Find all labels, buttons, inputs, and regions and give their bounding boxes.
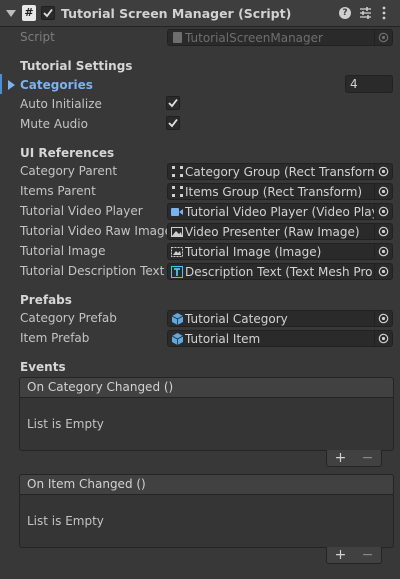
ui-references-heading: UI References bbox=[20, 146, 115, 160]
object-picker-icon[interactable] bbox=[374, 311, 392, 326]
item-prefab-value: Tutorial Item bbox=[185, 331, 261, 346]
mute-audio-label: Mute Audio bbox=[20, 117, 88, 131]
items-parent-value: Items Group (Rect Transform) bbox=[185, 184, 363, 199]
checkmark-icon bbox=[168, 118, 178, 128]
auto-initialize-label: Auto Initialize bbox=[20, 97, 102, 111]
items-parent-label: Items Parent bbox=[20, 184, 96, 198]
tutorial-video-raw-image-value: Video Presenter (Raw Image) bbox=[185, 224, 360, 239]
component-enabled-checkbox[interactable] bbox=[41, 6, 55, 20]
prefab-icon bbox=[171, 312, 183, 325]
category-prefab-label: Category Prefab bbox=[20, 311, 117, 325]
add-button[interactable]: + bbox=[335, 450, 347, 466]
component-title: Tutorial Screen Manager (Script) bbox=[61, 6, 292, 21]
checkmark-icon bbox=[43, 8, 53, 18]
collapse-triangle-icon[interactable] bbox=[6, 10, 16, 17]
tutorial-video-player-value: Tutorial Video Player (Video Player bbox=[185, 204, 374, 219]
category-prefab-value: Tutorial Category bbox=[185, 311, 288, 326]
object-picker-icon bbox=[374, 30, 392, 45]
selection-indicator bbox=[0, 74, 2, 94]
rect-transform-icon bbox=[171, 186, 183, 198]
object-picker-icon[interactable] bbox=[374, 331, 392, 346]
tutorial-description-text-value: Description Text (Text Mesh Pro U bbox=[185, 264, 374, 279]
object-picker-icon[interactable] bbox=[374, 164, 392, 179]
add-button[interactable]: + bbox=[335, 547, 347, 563]
help-icon[interactable]: ? bbox=[339, 7, 351, 19]
video-player-icon bbox=[171, 206, 183, 218]
object-picker-icon[interactable] bbox=[374, 204, 392, 219]
object-picker-icon[interactable] bbox=[374, 184, 392, 199]
tutorial-description-text-label: Tutorial Description Text bbox=[20, 264, 165, 278]
items-parent-field[interactable]: Items Group (Rect Transform) bbox=[167, 183, 393, 200]
category-prefab-field[interactable]: Tutorial Category bbox=[167, 310, 393, 327]
tutorial-image-label: Tutorial Image bbox=[20, 244, 106, 258]
events-heading: Events bbox=[20, 360, 66, 374]
tutorial-video-raw-image-field[interactable]: Video Presenter (Raw Image) bbox=[167, 223, 393, 240]
tutorial-image-field[interactable]: Tutorial Image (Image) bbox=[167, 243, 393, 260]
on-item-changed-header: On Item Changed () bbox=[19, 474, 394, 495]
on-item-changed-controls: + − bbox=[326, 547, 382, 564]
raw-image-icon bbox=[171, 226, 183, 238]
category-parent-field[interactable]: Category Group (Rect Transform) bbox=[167, 163, 393, 180]
checkmark-icon bbox=[168, 98, 178, 108]
category-parent-label: Category Parent bbox=[20, 164, 118, 178]
script-hash-icon: # bbox=[22, 5, 36, 21]
on-category-changed-list: List is Empty bbox=[19, 397, 394, 451]
categories-count-field[interactable]: 4 bbox=[345, 75, 393, 93]
image-icon bbox=[171, 246, 183, 258]
category-parent-value: Category Group (Rect Transform) bbox=[185, 164, 374, 179]
script-field-value: TutorialScreenManager bbox=[185, 30, 323, 45]
object-picker-icon[interactable] bbox=[374, 244, 392, 259]
remove-button[interactable]: − bbox=[362, 547, 374, 563]
on-item-changed-list: List is Empty bbox=[19, 494, 394, 548]
on-category-changed-header: On Category Changed () bbox=[19, 377, 394, 398]
tutorial-video-player-field[interactable]: Tutorial Video Player (Video Player bbox=[167, 203, 393, 220]
rect-transform-icon bbox=[171, 166, 183, 178]
prefab-icon bbox=[171, 332, 183, 345]
text-mesh-pro-icon bbox=[171, 265, 183, 278]
object-picker-icon[interactable] bbox=[374, 224, 392, 239]
list-empty-text: List is Empty bbox=[27, 417, 104, 431]
tutorial-description-text-field[interactable]: Description Text (Text Mesh Pro U bbox=[167, 263, 393, 280]
tutorial-video-player-label: Tutorial Video Player bbox=[20, 204, 143, 218]
categories-foldout-label[interactable]: Categories bbox=[20, 78, 93, 92]
tutorial-image-value: Tutorial Image (Image) bbox=[185, 244, 322, 259]
on-category-changed-controls: + − bbox=[326, 450, 382, 467]
tutorial-settings-heading: Tutorial Settings bbox=[20, 59, 133, 73]
object-picker-icon[interactable] bbox=[374, 264, 392, 279]
script-label: Script bbox=[20, 30, 55, 44]
auto-initialize-checkbox[interactable] bbox=[166, 96, 180, 110]
mute-audio-checkbox[interactable] bbox=[166, 116, 180, 130]
component-header: # Tutorial Screen Manager (Script) ? bbox=[0, 0, 400, 27]
prefabs-heading: Prefabs bbox=[20, 293, 72, 307]
item-prefab-field[interactable]: Tutorial Item bbox=[167, 330, 393, 347]
presets-icon[interactable] bbox=[359, 6, 372, 20]
tutorial-video-raw-image-label: Tutorial Video Raw Image bbox=[20, 224, 173, 238]
remove-button[interactable]: − bbox=[362, 450, 374, 466]
script-file-icon bbox=[171, 32, 183, 44]
script-field: TutorialScreenManager bbox=[167, 29, 393, 46]
item-prefab-label: Item Prefab bbox=[20, 331, 90, 345]
kebab-menu-icon[interactable] bbox=[381, 6, 387, 20]
foldout-arrow-icon[interactable] bbox=[8, 80, 15, 90]
list-empty-text: List is Empty bbox=[27, 514, 104, 528]
